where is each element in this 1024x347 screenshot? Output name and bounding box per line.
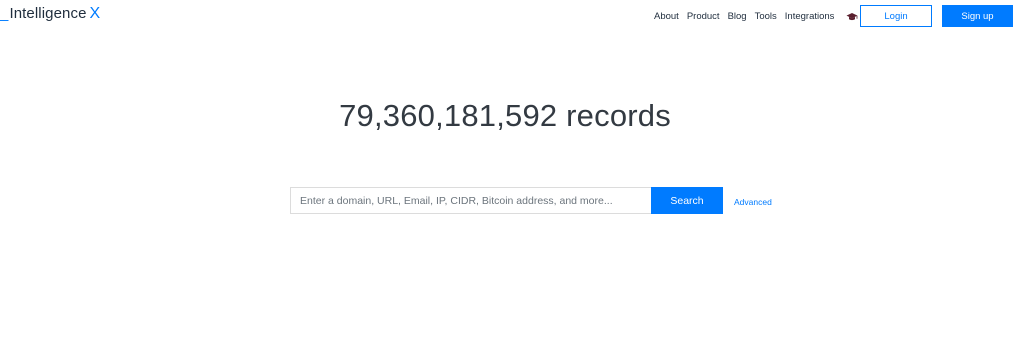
- logo-x: X: [89, 5, 101, 22]
- signup-button[interactable]: Sign up: [942, 5, 1013, 27]
- search-input[interactable]: [290, 187, 651, 214]
- search-button[interactable]: Search: [651, 187, 723, 214]
- logo-text: Intelligence: [9, 5, 87, 22]
- records-count: 79,360,181,592 records: [339, 98, 671, 133]
- nav-tools[interactable]: Tools: [755, 11, 777, 22]
- nav-integrations[interactable]: Integrations: [785, 11, 835, 22]
- graduation-cap-icon[interactable]: [846, 12, 858, 22]
- top-nav: About Product Blog Tools Integrations: [654, 11, 858, 22]
- login-button[interactable]: Login: [860, 5, 932, 27]
- logo-underscore: _: [0, 5, 9, 22]
- nav-blog[interactable]: Blog: [728, 11, 747, 22]
- nav-about[interactable]: About: [654, 11, 679, 22]
- nav-product[interactable]: Product: [687, 11, 720, 22]
- search-bar: Search Advanced: [290, 187, 772, 214]
- page: _ Intelligence X About Product Blog Tool…: [0, 0, 1024, 347]
- logo[interactable]: _ Intelligence X: [0, 5, 100, 27]
- advanced-search-link[interactable]: Advanced: [734, 194, 772, 207]
- header: _ Intelligence X About Product Blog Tool…: [0, 0, 1024, 34]
